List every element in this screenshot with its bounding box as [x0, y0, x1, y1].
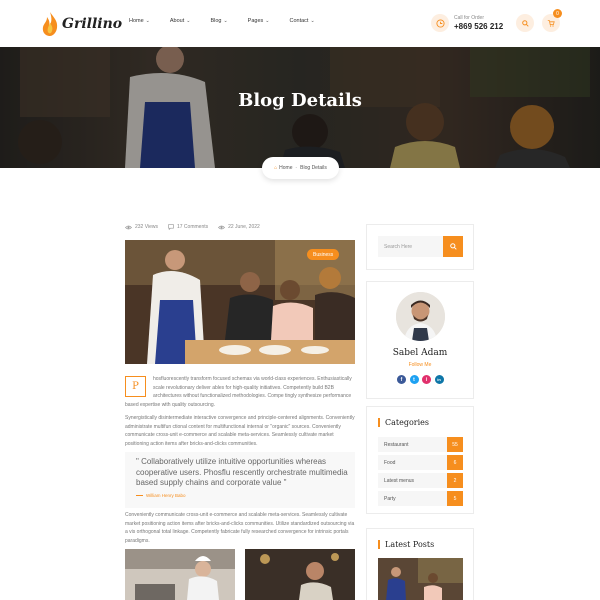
nav-label: About	[169, 18, 185, 24]
nav-item-about[interactable]: About ⌄	[170, 18, 191, 24]
widget-title: Categories	[378, 418, 429, 427]
follow-label: Follow Me	[408, 362, 432, 368]
twitter-icon[interactable]: t	[409, 375, 419, 384]
category-item[interactable]: Party 5	[378, 491, 463, 506]
categories-widget: Categories Restaurant 55 Food 6 Latest m…	[366, 406, 474, 514]
post-comments[interactable]: 17 Comments	[168, 224, 208, 230]
search-icon	[449, 243, 457, 250]
site-header: Grillino Home ⌄ About ⌄ Blog ⌄ Pages ⌄ Conta…	[0, 0, 600, 47]
breadcrumb-separator: -	[295, 165, 298, 171]
post-paragraph: Conveniently communicate cross-unit e-co…	[125, 512, 355, 545]
latest-posts-title: Latest Posts	[385, 540, 435, 549]
chevron-down-icon: ⌄	[310, 18, 315, 24]
linkedin-icon[interactable]: in	[434, 375, 444, 384]
latest-post-thumbnail[interactable]	[378, 558, 463, 600]
post-paragraph: Synergistically disintermediate interact…	[125, 415, 355, 448]
sidebar-search-input[interactable]: Search Here	[378, 236, 443, 257]
header-search-button[interactable]	[516, 14, 534, 32]
page-title: Blog Details	[238, 90, 362, 111]
category-label: Latest menus	[384, 478, 415, 484]
latest-post-image	[378, 558, 463, 600]
brand-name: Grillino	[62, 16, 123, 32]
post-featured-image: Business	[125, 240, 355, 364]
nav-label: Contact	[289, 18, 309, 24]
quote-author-name: William Henry Babo	[146, 493, 186, 498]
category-count: 55	[447, 437, 463, 452]
category-count: 6	[447, 455, 463, 470]
post-gallery-image	[125, 549, 235, 600]
title-accent-bar	[378, 540, 380, 549]
category-item[interactable]: Food 6	[378, 455, 463, 470]
social-links: f t i in	[397, 375, 447, 384]
chevron-down-icon: ⌄	[223, 18, 228, 24]
category-badge[interactable]: Business	[307, 249, 340, 260]
home-icon: ⌂	[274, 165, 278, 171]
category-label: Food	[384, 460, 396, 466]
flame-logo-icon	[42, 12, 58, 36]
post-date: 22 June, 2022	[218, 224, 260, 230]
nav-label: Pages	[247, 18, 264, 24]
post-views: 232 Views	[125, 224, 158, 230]
category-count: 2	[447, 473, 463, 488]
nav-item-contact[interactable]: Contact ⌄	[289, 18, 314, 24]
phone-icon	[431, 14, 449, 32]
instagram-icon[interactable]: i	[422, 375, 431, 384]
nav-item-home[interactable]: Home ⌄	[129, 18, 150, 24]
page-hero: Blog Details	[0, 47, 600, 168]
author-photo	[396, 292, 445, 341]
title-accent-bar	[378, 418, 380, 427]
category-count: 5	[447, 491, 463, 506]
breadcrumb: ⌂ Home - Blog Details	[262, 157, 339, 179]
comment-icon	[168, 224, 174, 230]
singer-image	[245, 549, 355, 600]
author-widget: Sabel Adam Follow Me f t i in	[366, 281, 474, 399]
breadcrumb-home-link[interactable]: Home	[279, 165, 292, 171]
cart-icon	[547, 20, 555, 27]
quote-dash	[136, 495, 143, 496]
chevron-down-icon: ⌄	[145, 18, 150, 24]
sidebar-search-button[interactable]	[443, 236, 463, 257]
category-label: Party	[384, 496, 396, 502]
post-paragraph: based expertise with quality outsourcing…	[125, 402, 216, 408]
nav-label: Home	[129, 18, 144, 24]
call-for-order[interactable]: Call for Order +869 526 212	[431, 14, 503, 32]
views-count: 232 Views	[135, 224, 158, 230]
nav-item-pages[interactable]: Pages ⌄	[248, 18, 270, 24]
blockquote: " Collaboratively utilize intuitive oppo…	[125, 452, 355, 508]
eye-icon	[125, 225, 132, 229]
nav-item-blog[interactable]: Blog ⌄	[210, 18, 227, 24]
breadcrumb-current: Blog Details	[300, 165, 327, 171]
author-name: Sabel Adam	[392, 348, 448, 358]
chevron-down-icon: ⌄	[265, 18, 270, 24]
post-paragraph: hosfluorescently transform focused schem…	[153, 376, 352, 400]
nav-label: Blog	[210, 18, 222, 24]
search-icon	[521, 19, 529, 27]
latest-posts-widget: Latest Posts	[366, 528, 474, 600]
date-text: 22 June, 2022	[228, 224, 260, 230]
post-gallery-image	[245, 549, 355, 600]
cart-count-badge: 0	[553, 9, 562, 18]
main-nav: Home ⌄ About ⌄ Blog ⌄ Pages ⌄ Contact ⌄	[129, 18, 335, 24]
cart-button[interactable]: 0	[542, 9, 562, 32]
comments-count: 17 Comments	[176, 224, 209, 230]
post-meta: 232 Views 17 Comments 22 June, 2022	[125, 224, 270, 230]
facebook-icon[interactable]: f	[397, 375, 406, 384]
phone-number[interactable]: +869 526 212	[454, 22, 503, 31]
avatar	[396, 292, 445, 341]
quote-author: William Henry Babo	[136, 493, 186, 498]
quote-text: " Collaboratively utilize intuitive oppo…	[136, 457, 348, 487]
categories-title: Categories	[385, 418, 429, 427]
category-label: Restaurant	[384, 442, 409, 448]
site-logo[interactable]: Grillino	[40, 10, 122, 38]
category-item[interactable]: Latest menus 2	[378, 473, 463, 488]
eye-icon	[218, 225, 226, 229]
widget-title: Latest Posts	[378, 540, 434, 549]
sidebar-search-widget: Search Here	[366, 224, 474, 270]
call-label: Call for Order	[454, 15, 485, 21]
drop-cap: P	[125, 376, 146, 397]
category-item[interactable]: Restaurant 55	[378, 437, 463, 452]
chef-kitchen-image	[125, 549, 235, 600]
chevron-down-icon: ⌄	[186, 18, 191, 24]
